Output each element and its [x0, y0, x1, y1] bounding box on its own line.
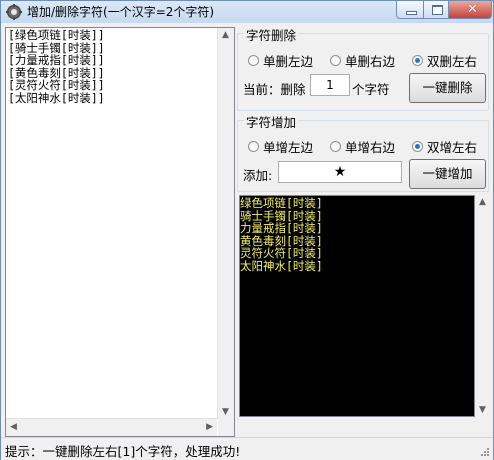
radio-dot[interactable] [248, 141, 259, 152]
radio-delete-right[interactable]: 单删右边 [330, 51, 395, 70]
add-group-title: 字符增加 [244, 112, 299, 131]
client-area: [绿色项链[时装]] [骑士手镯[时装]] [力量戒指[时装]] [黄色毒刻[时… [3, 23, 491, 437]
window-title: 增加/删除字符(一个汉字=2个字符) [27, 5, 215, 19]
scrollbar-corner [218, 419, 234, 436]
app-window: 增加/删除字符(一个汉字=2个字符) ✕ [绿色项链[时装]] [骑士手镯[时装… [0, 0, 494, 460]
radio-add-right[interactable]: 单增右边 [330, 137, 395, 156]
radio-add-both[interactable]: 双增左右 [412, 137, 477, 156]
radio-dot-selected[interactable] [412, 141, 423, 152]
scroll-up-icon[interactable]: ▲ [479, 197, 486, 207]
radio-add-both-label: 双增左右 [427, 140, 478, 155]
add-all-button[interactable]: 一键增加 [409, 159, 486, 189]
radio-add-left[interactable]: 单增左边 [248, 137, 313, 156]
radio-dot[interactable] [330, 141, 341, 152]
input-text[interactable]: [绿色项链[时装]] [骑士手镯[时装]] [力量戒指[时装]] [黄色毒刻[时… [8, 29, 105, 104]
radio-delete-both[interactable]: 双删左右 [412, 51, 477, 70]
delete-group-title: 字符删除 [244, 25, 299, 44]
scroll-down-icon[interactable]: ▼ [222, 407, 229, 417]
radio-delete-both-label: 双删左右 [427, 54, 478, 69]
output-vertical-scrollbar[interactable]: ▲ ▼ [475, 195, 491, 417]
maximize-button[interactable] [423, 1, 449, 19]
radio-dot[interactable] [330, 55, 341, 66]
scroll-left-icon[interactable]: ◀ [10, 422, 17, 432]
current-delete-label: 当前：删除 [243, 82, 306, 97]
radio-delete-left-label: 单删左边 [263, 54, 314, 69]
maximize-icon [432, 5, 443, 15]
add-char-input[interactable]: ★ [278, 161, 402, 183]
radio-dot-selected[interactable] [412, 55, 423, 66]
add-label: 添加: [243, 168, 273, 183]
minimize-button[interactable] [396, 1, 424, 19]
vertical-scrollbar[interactable]: ▲ ▼ [217, 28, 234, 419]
resize-grip-icon[interactable] [480, 447, 490, 457]
delete-all-button[interactable]: 一键删除 [409, 73, 486, 103]
status-bar: 提示：一键删除左右[1]个字符，处理成功! [1, 437, 493, 460]
char-unit-label: 个字符 [352, 82, 390, 97]
radio-delete-left[interactable]: 单删左边 [248, 51, 313, 70]
radio-add-left-label: 单增左边 [263, 140, 314, 155]
minimize-icon [406, 11, 417, 15]
status-message: 提示：一键删除左右[1]个字符，处理成功! [5, 444, 241, 459]
output-text[interactable]: 绿色项链[时装] 骑士手镯[时装] 力量戒指[时装] 黄色毒刻[时装] 灵符火符… [240, 197, 323, 272]
scroll-down-icon[interactable]: ▼ [479, 405, 486, 415]
output-text-area[interactable]: 绿色项链[时装] 骑士手镯[时装] 力量戒指[时装] 黄色毒刻[时装] 灵符火符… [239, 195, 475, 417]
close-button[interactable]: ✕ [448, 1, 492, 19]
scroll-up-icon[interactable]: ▲ [222, 30, 229, 40]
delete-count-input[interactable]: 1 [310, 74, 350, 96]
radio-delete-right-label: 单删右边 [345, 54, 396, 69]
radio-add-right-label: 单增右边 [345, 140, 396, 155]
app-gear-icon [6, 4, 22, 20]
input-text-area[interactable]: [绿色项链[时装]] [骑士手镯[时装]] [力量戒指[时装]] [黄色毒刻[时… [5, 27, 235, 437]
close-icon: ✕ [467, 2, 478, 17]
scroll-right-icon[interactable]: ▶ [206, 422, 213, 432]
horizontal-scrollbar[interactable]: ◀ ▶ [6, 418, 217, 436]
title-bar[interactable]: 增加/删除字符(一个汉字=2个字符) ✕ [1, 1, 493, 23]
radio-dot[interactable] [248, 55, 259, 66]
